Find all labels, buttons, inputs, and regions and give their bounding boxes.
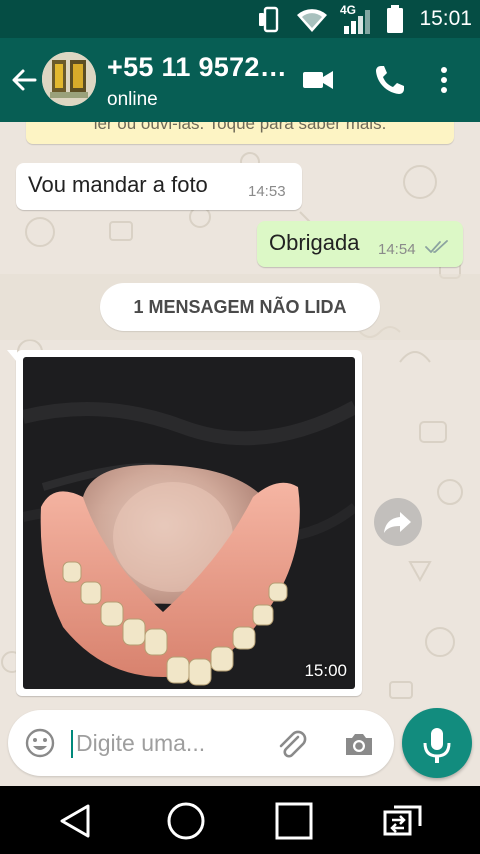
mic-icon	[423, 728, 451, 763]
message-composer[interactable]: Digite uma...	[8, 710, 394, 776]
avatar[interactable]	[42, 52, 96, 106]
forward-icon	[384, 512, 411, 533]
message-bubble-outgoing[interactable]: Obrigada 14:54	[257, 221, 463, 267]
image-message[interactable]: 15:00	[7, 350, 362, 696]
double-check-icon	[425, 240, 448, 253]
nav-home-icon[interactable]	[163, 798, 209, 844]
bubble-tail	[7, 350, 17, 362]
nav-recents-icon[interactable]	[271, 798, 317, 844]
video-call-icon[interactable]	[300, 62, 336, 98]
forward-button[interactable]	[374, 498, 422, 546]
message-time: 14:53	[248, 183, 286, 200]
image-time: 15:00	[304, 661, 347, 680]
camera-icon[interactable]	[342, 727, 376, 761]
paperclip-icon[interactable]	[274, 727, 308, 761]
image-thumbnail[interactable]: 15:00	[23, 357, 355, 689]
contact-name[interactable]: +55 11 9572…	[107, 52, 287, 83]
signal-icon	[344, 10, 370, 34]
voice-record-button[interactable]	[402, 708, 472, 778]
unread-divider: 1 MENSAGEM NÃO LIDA	[100, 283, 380, 331]
message-text: Obrigada	[269, 230, 360, 255]
denture-photo	[23, 357, 355, 689]
encryption-banner-text: ler ou ouvi-las. Toque para saber mais.	[93, 122, 387, 133]
chat-header: +55 11 9572… online	[0, 38, 480, 122]
phone-icon[interactable]	[372, 62, 408, 98]
battery-icon	[387, 5, 403, 33]
status-bar: 4G 15:01	[0, 0, 480, 38]
arrow-left-icon[interactable]	[8, 64, 40, 96]
contact-status: online	[107, 89, 158, 110]
message-text: Vou mandar a foto	[28, 172, 208, 197]
wifi-icon	[297, 9, 327, 32]
nav-back-icon[interactable]	[52, 798, 98, 844]
message-input[interactable]: Digite uma...	[76, 730, 205, 757]
screen-rotation-icon	[259, 6, 279, 33]
more-vert-icon[interactable]	[426, 62, 462, 98]
text-cursor	[71, 730, 73, 758]
dual-window-icon[interactable]	[380, 798, 426, 844]
system-nav-bar	[0, 786, 480, 854]
emoji-icon[interactable]	[24, 727, 56, 759]
message-time: 14:54	[378, 241, 416, 258]
chat-area[interactable]: ler ou ouvi-las. Toque para saber mais. …	[0, 122, 480, 702]
message-bubble-incoming[interactable]: Vou mandar a foto 14:53	[16, 163, 302, 210]
unread-divider-text: 1 MENSAGEM NÃO LIDA	[133, 297, 347, 317]
clock: 15:01	[419, 7, 472, 30]
encryption-banner[interactable]: ler ou ouvi-las. Toque para saber mais.	[26, 122, 454, 144]
